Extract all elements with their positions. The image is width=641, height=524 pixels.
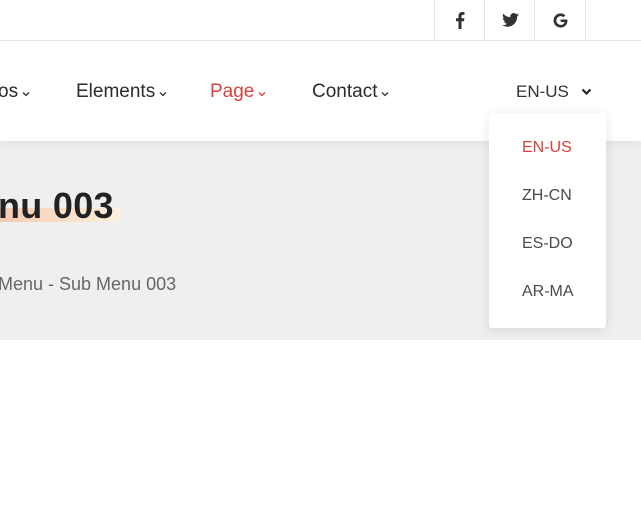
language-dropdown: EN-US ZH-CN ES-DO AR-MA	[489, 113, 606, 328]
language-selector[interactable]: EN-US	[516, 81, 592, 103]
google-link[interactable]	[534, 0, 586, 40]
nav-item-label: Page	[210, 81, 255, 102]
nav-item-page[interactable]: Page	[210, 79, 266, 105]
facebook-link[interactable]	[434, 0, 485, 40]
page-title: nu 003	[0, 185, 114, 226]
nav-item-label: os	[0, 81, 19, 102]
chevron-down-icon	[382, 91, 389, 96]
chevron-down-icon	[258, 91, 266, 96]
twitter-link[interactable]	[484, 0, 535, 40]
chevron-down-icon	[581, 88, 592, 96]
language-option-zh-cn[interactable]: ZH-CN	[522, 187, 572, 205]
twitter-icon	[501, 13, 519, 27]
language-option-en-us[interactable]: EN-US	[522, 139, 572, 157]
nav-item-contact[interactable]: Contact	[312, 79, 389, 105]
chevron-down-icon	[22, 91, 30, 96]
language-option-ar-ma[interactable]: AR-MA	[522, 283, 574, 301]
facebook-icon	[456, 11, 465, 29]
nav-item-label: Elements	[76, 81, 156, 102]
language-option-es-do[interactable]: ES-DO	[522, 235, 573, 253]
breadcrumb: Menu - Sub Menu 003	[0, 274, 177, 294]
chevron-down-icon	[159, 91, 167, 96]
nav-item-elements[interactable]: Elements	[76, 79, 167, 105]
google-icon	[553, 12, 567, 28]
nav-item-label: Contact	[312, 81, 378, 102]
language-current: EN-US	[516, 82, 569, 101]
top-bar	[0, 0, 641, 41]
nav-item-partial[interactable]: os	[0, 79, 30, 105]
